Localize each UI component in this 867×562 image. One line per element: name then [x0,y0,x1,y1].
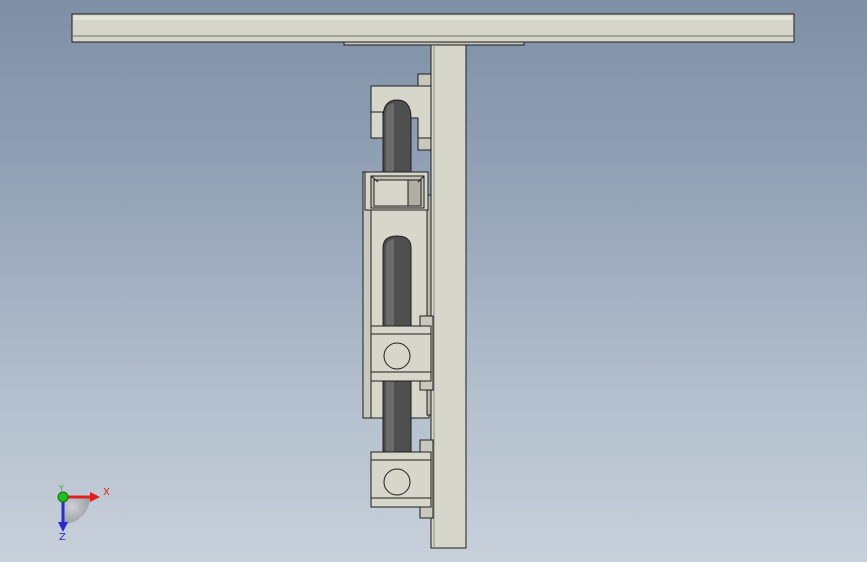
vertical-column[interactable] [430,44,467,549]
coordinate-triad [57,491,100,532]
mid-clamp-block[interactable] [370,315,434,391]
z-axis-label: Z [59,532,66,543]
cad-viewport[interactable]: X Y Z [0,0,867,562]
y-axis-label: Y [59,484,64,493]
x-axis-label: X [103,487,110,498]
guide-rod-upper[interactable] [382,99,412,176]
bottom-support-block[interactable] [370,439,434,519]
cad-model[interactable] [0,0,867,562]
linear-bearing-housing[interactable] [364,171,429,211]
top-plate[interactable] [71,13,795,46]
